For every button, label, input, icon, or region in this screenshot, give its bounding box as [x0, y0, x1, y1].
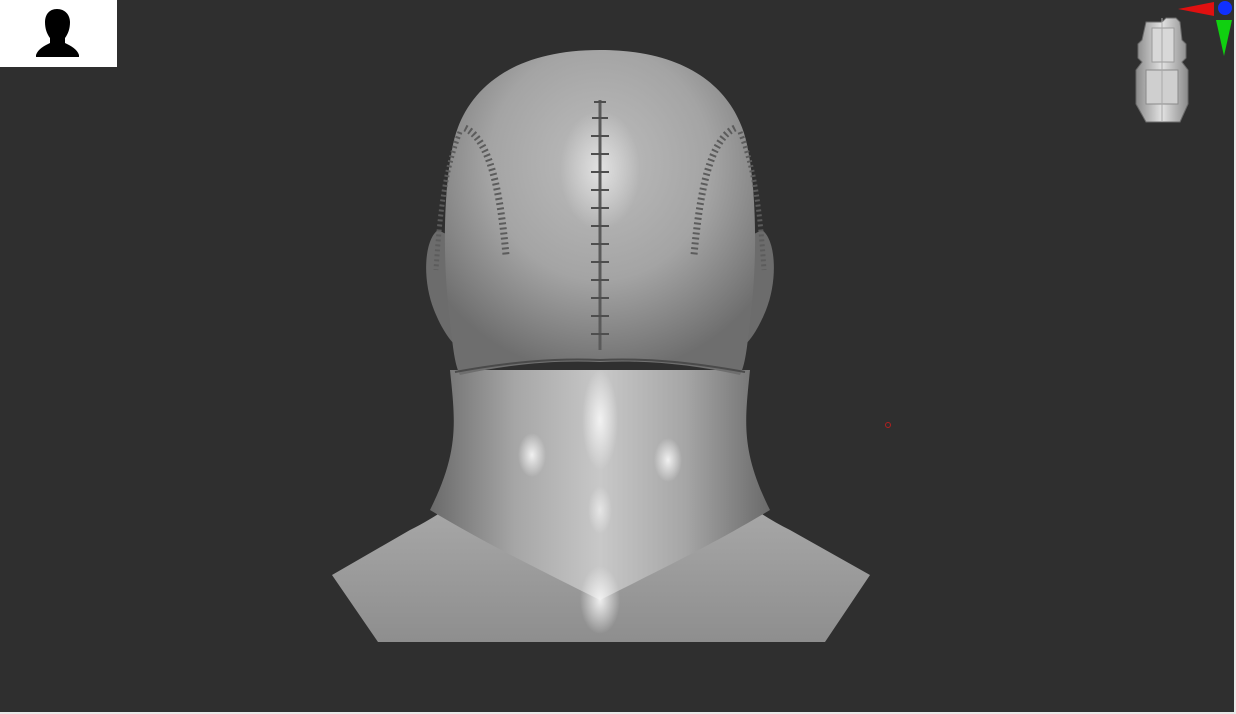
navigation-gizmo[interactable] — [1124, 0, 1236, 132]
brush-cursor-icon — [885, 422, 891, 428]
y-axis-arrow-icon — [1216, 20, 1232, 56]
x-axis-arrow-icon — [1178, 2, 1214, 16]
head-orientation-icon — [1135, 1, 1232, 123]
head-silhouette-icon — [36, 9, 79, 57]
z-axis-ball-icon — [1218, 1, 1232, 15]
3d-viewport[interactable] — [0, 0, 1236, 714]
head-silhouette-thumbnail[interactable] — [0, 0, 117, 67]
sculpted-head-icon — [332, 50, 870, 642]
sculpted-head-mesh[interactable] — [300, 40, 900, 660]
